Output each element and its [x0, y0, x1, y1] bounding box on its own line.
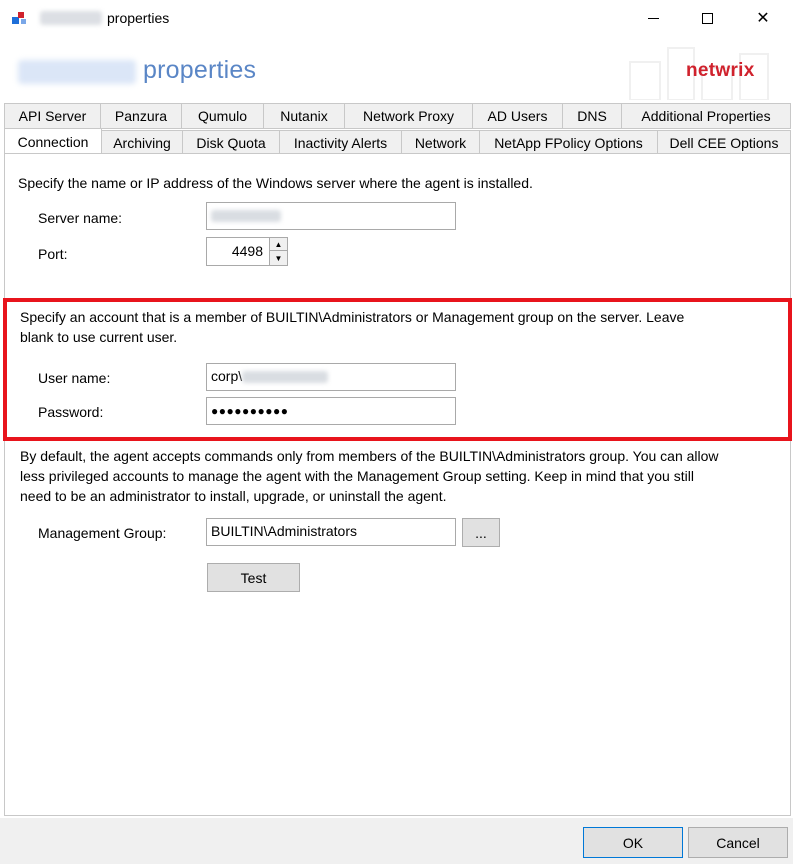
tab-qumulo[interactable]: Qumulo	[181, 103, 264, 129]
account-intro-text: Specify an account that is a member of B…	[20, 309, 685, 345]
tab-additional-properties[interactable]: Additional Properties	[621, 103, 791, 129]
password-input[interactable]: ●●●●●●●●●●	[206, 397, 456, 425]
chevron-up-icon[interactable]: ▲	[270, 238, 287, 251]
tab-strip: API Server Panzura Qumulo Nutanix Networ…	[0, 103, 793, 156]
window-title: properties	[107, 10, 170, 26]
username-input[interactable]: corp\	[206, 363, 456, 391]
maximize-icon	[701, 12, 713, 24]
app-icon	[12, 12, 26, 24]
tab-api-server[interactable]: API Server	[4, 103, 101, 129]
tab-connection[interactable]: Connection	[4, 128, 102, 156]
title-bar: properties ✕	[0, 0, 793, 38]
tab-dns[interactable]: DNS	[562, 103, 622, 129]
redacted-server-name	[40, 11, 102, 25]
netwrix-logo: netwrix	[686, 60, 755, 81]
minimize-icon	[647, 17, 659, 19]
server-intro-text: Specify the name or IP address of the Wi…	[18, 175, 533, 191]
ok-button[interactable]: OK	[583, 827, 683, 858]
tab-panzura[interactable]: Panzura	[100, 103, 182, 129]
server-name-input[interactable]	[206, 202, 456, 230]
minimize-button[interactable]	[628, 0, 678, 36]
maximize-button[interactable]	[682, 0, 732, 36]
redacted-header-server-name	[18, 60, 136, 84]
cancel-button[interactable]: Cancel	[688, 827, 788, 858]
tab-nutanix[interactable]: Nutanix	[263, 103, 345, 129]
port-input[interactable]: 4498	[206, 237, 270, 266]
port-stepper[interactable]: ▲ ▼	[269, 237, 288, 266]
tab-network-proxy[interactable]: Network Proxy	[344, 103, 473, 129]
chevron-down-icon[interactable]: ▼	[270, 252, 287, 265]
redacted-server-value	[211, 210, 281, 223]
password-label: Password:	[38, 404, 104, 420]
management-intro-text: By default, the agent accepts commands o…	[20, 448, 719, 504]
management-group-label: Management Group:	[38, 525, 167, 541]
test-button[interactable]: Test	[207, 563, 300, 592]
port-label: Port:	[38, 246, 68, 262]
management-group-input[interactable]: BUILTIN\Administrators	[206, 518, 456, 546]
tab-ad-users[interactable]: AD Users	[472, 103, 563, 129]
close-button[interactable]: ✕	[738, 0, 788, 36]
browse-button[interactable]: ...	[462, 518, 500, 547]
server-name-label: Server name:	[38, 210, 123, 226]
username-label: User name:	[38, 370, 111, 386]
redacted-username-value	[242, 371, 329, 384]
close-icon: ✕	[756, 10, 770, 27]
header-title: properties	[143, 56, 257, 84]
dialog-header: properties netwrix	[0, 38, 793, 100]
